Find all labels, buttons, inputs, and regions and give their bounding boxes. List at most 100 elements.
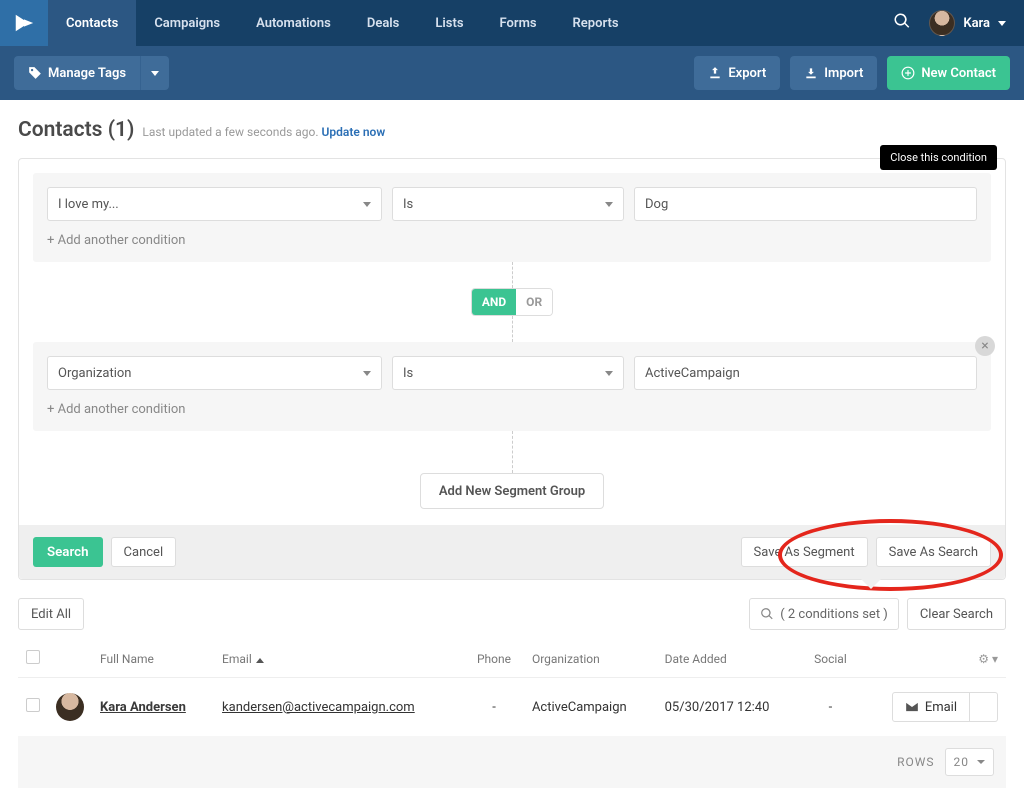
col-org[interactable]: Organization: [524, 640, 657, 678]
page-title: Contacts (1): [18, 118, 134, 142]
row-email-dropdown[interactable]: [970, 692, 998, 722]
connector-line: [512, 316, 513, 342]
manage-tags-button[interactable]: Manage Tags: [14, 56, 140, 90]
condition-row-1: I love my... Is Dog: [47, 187, 977, 221]
add-condition-link[interactable]: + Add another condition: [47, 402, 977, 417]
conditions-set-label: ( 2 conditions set ): [780, 607, 888, 622]
save-as-search-button[interactable]: Save As Search: [876, 537, 991, 567]
rows-label: ROWS: [897, 755, 934, 769]
col-phone[interactable]: Phone: [464, 640, 524, 678]
edit-all-button[interactable]: Edit All: [18, 598, 84, 630]
condition-value-text: Dog: [645, 197, 668, 212]
rows-value: 20: [954, 755, 970, 769]
nav-forms[interactable]: Forms: [482, 0, 555, 46]
nav-items: Contacts Campaigns Automations Deals Lis…: [48, 0, 637, 46]
segment-footer: Search Cancel Save As Segment Save As Se…: [19, 525, 1005, 579]
condition-row-2: Organization Is ActiveCampaign: [47, 356, 977, 390]
manage-tags-dropdown[interactable]: [140, 56, 169, 90]
user-name: Kara: [963, 16, 990, 31]
and-option[interactable]: AND: [472, 289, 516, 315]
clear-search-button[interactable]: Clear Search: [907, 598, 1006, 630]
checkbox-all[interactable]: [26, 650, 40, 664]
new-contact-label: New Contact: [921, 66, 996, 81]
tag-icon: [28, 66, 42, 80]
condition-value-input[interactable]: ActiveCampaign: [634, 356, 977, 390]
top-nav: Contacts Campaigns Automations Deals Lis…: [0, 0, 1024, 46]
row-email-label: Email: [925, 700, 957, 715]
condition-value-input[interactable]: Dog: [634, 187, 977, 221]
import-button[interactable]: Import: [790, 56, 877, 90]
gear-icon[interactable]: ⚙ ▾: [978, 652, 998, 666]
contact-org: ActiveCampaign: [524, 678, 657, 737]
segment-group-1: Close this condition I love my... Is Dog…: [33, 173, 991, 262]
nav-automations[interactable]: Automations: [238, 0, 349, 46]
sort-asc-icon: [256, 658, 264, 663]
col-dateadded[interactable]: Date Added: [657, 640, 802, 678]
col-fullname[interactable]: Full Name: [92, 640, 214, 678]
chevron-down-icon: [977, 760, 985, 764]
contact-social: -: [801, 678, 859, 737]
chevron-down-icon: [605, 202, 613, 207]
export-label: Export: [728, 66, 766, 81]
close-group-button[interactable]: ×: [975, 336, 995, 356]
contact-dateadded: 05/30/2017 12:40: [657, 678, 802, 737]
avatar: [929, 10, 955, 36]
envelope-icon: [905, 700, 919, 714]
contact-name-link[interactable]: Kara Andersen: [100, 700, 186, 715]
conditions-search-box[interactable]: ( 2 conditions set ): [749, 598, 899, 630]
page-body: Contacts (1) Last updated a few seconds …: [0, 100, 1024, 806]
app-logo[interactable]: [0, 0, 48, 46]
add-condition-link[interactable]: + Add another condition: [47, 233, 977, 248]
connector-line: [512, 431, 513, 473]
col-email[interactable]: Email: [214, 640, 464, 678]
condition-field-select[interactable]: Organization: [47, 356, 382, 390]
chevron-down-icon: [151, 71, 159, 76]
save-as-segment-button[interactable]: Save As Segment: [741, 537, 868, 567]
or-option[interactable]: OR: [516, 289, 552, 315]
contact-phone: -: [464, 678, 524, 737]
page-subtitle: Last updated a few seconds ago. Update n…: [142, 125, 385, 139]
list-toolbar: Edit All ( 2 conditions set ) Clear Sear…: [18, 598, 1006, 630]
nav-lists[interactable]: Lists: [417, 0, 481, 46]
add-segment-group-button[interactable]: Add New Segment Group: [420, 473, 604, 509]
condition-operator-select[interactable]: Is: [392, 187, 624, 221]
chevron-down-icon: [363, 202, 371, 207]
manage-tags-split: Manage Tags: [14, 56, 169, 90]
chevron-down-icon: [998, 21, 1006, 26]
condition-operator-select[interactable]: Is: [392, 356, 624, 390]
contact-email-link[interactable]: kandersen@activecampaign.com: [222, 700, 415, 715]
user-menu[interactable]: Kara: [929, 10, 1006, 36]
row-email-button[interactable]: Email: [892, 692, 970, 722]
group-connector: AND OR: [33, 262, 991, 342]
sub-nav-right: Export Import New Contact: [694, 56, 1010, 90]
condition-field-select[interactable]: I love my...: [47, 187, 382, 221]
download-icon: [804, 66, 818, 80]
search-button[interactable]: Search: [33, 537, 103, 567]
nav-reports[interactable]: Reports: [555, 0, 637, 46]
cancel-button[interactable]: Cancel: [111, 537, 177, 567]
condition-value-text: ActiveCampaign: [645, 366, 740, 381]
nav-deals[interactable]: Deals: [349, 0, 418, 46]
contact-avatar: [56, 693, 84, 721]
footer-pointer: [861, 579, 881, 589]
search-icon[interactable]: [893, 12, 911, 34]
save-buttons: Save As Segment Save As Search: [741, 537, 991, 567]
export-button[interactable]: Export: [694, 56, 780, 90]
update-now-link[interactable]: Update now: [322, 125, 386, 139]
segment-card: Close this condition I love my... Is Dog…: [18, 158, 1006, 580]
and-or-toggle[interactable]: AND OR: [471, 288, 553, 316]
nav-contacts[interactable]: Contacts: [48, 0, 136, 46]
rows-per-page-select[interactable]: 20: [945, 748, 995, 776]
col-social[interactable]: Social: [801, 640, 859, 678]
new-contact-button[interactable]: New Contact: [887, 56, 1010, 90]
close-condition-tooltip: Close this condition: [880, 145, 997, 170]
chevron-down-icon: [605, 371, 613, 376]
manage-tags-label: Manage Tags: [48, 66, 126, 81]
condition-op-value: Is: [403, 197, 413, 212]
last-updated-text: Last updated a few seconds ago.: [142, 125, 318, 139]
sub-nav: Manage Tags Export Import New Contact: [0, 46, 1024, 100]
logo-icon: [13, 12, 35, 34]
row-checkbox[interactable]: [26, 698, 40, 712]
group-connector-bottom: [33, 431, 991, 473]
nav-campaigns[interactable]: Campaigns: [136, 0, 238, 46]
